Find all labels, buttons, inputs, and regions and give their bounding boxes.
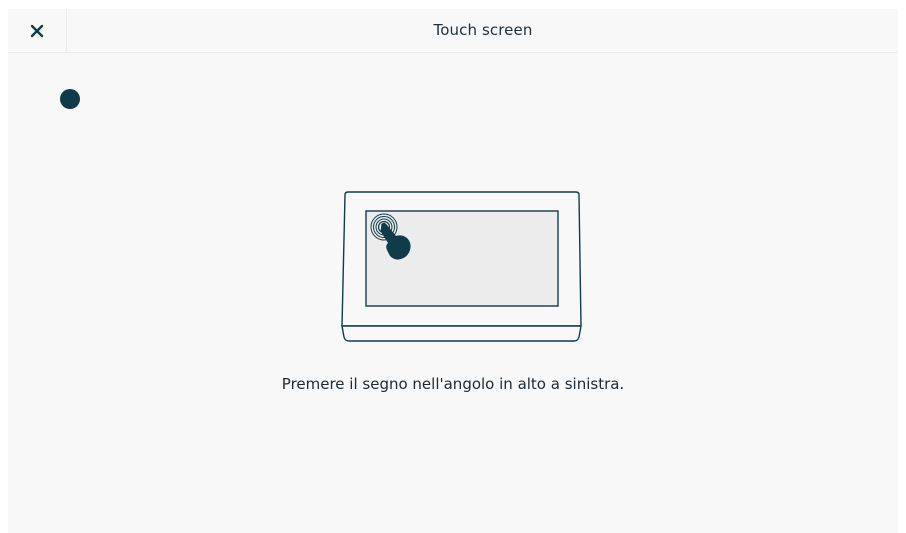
page-title: Touch screen bbox=[433, 21, 533, 39]
touch-calibration-screen: Touch screen Premere il segno nell'angol… bbox=[8, 9, 898, 533]
instruction-text: Premere il segno nell'angolo in alto a s… bbox=[281, 375, 625, 393]
header-bar: Touch screen bbox=[8, 9, 898, 53]
close-icon bbox=[30, 24, 44, 37]
touch-device-illustration bbox=[341, 191, 582, 342]
close-button[interactable] bbox=[8, 9, 67, 52]
calibration-target-dot[interactable] bbox=[60, 89, 80, 109]
device-base bbox=[341, 325, 582, 342]
